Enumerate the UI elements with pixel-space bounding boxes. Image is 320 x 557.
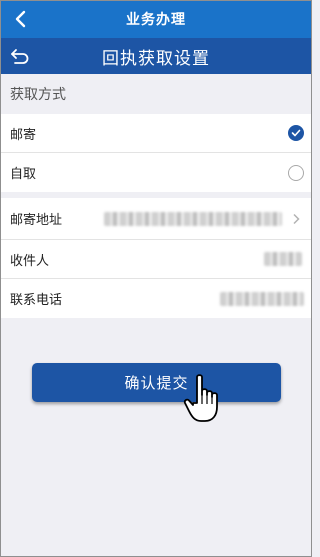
- row-mail-address[interactable]: 邮寄地址: [0, 198, 312, 240]
- row-label: 收件人: [10, 253, 50, 269]
- radio-unchecked-icon[interactable]: [288, 164, 304, 181]
- method-options: 邮寄 自取: [0, 114, 312, 192]
- app-top-bar: 业务办理: [0, 0, 312, 38]
- delivery-info: 邮寄地址 收件人 联系电话: [0, 198, 312, 318]
- return-arrow-icon: [11, 49, 29, 64]
- row-recipient[interactable]: 收件人: [0, 240, 312, 279]
- radio-checked-icon[interactable]: [288, 125, 304, 141]
- return-button[interactable]: [8, 44, 32, 68]
- obscured-phone-value: [220, 291, 304, 306]
- option-pickup[interactable]: 自取: [0, 153, 312, 192]
- back-button[interactable]: [8, 6, 34, 32]
- option-label: 邮寄: [10, 127, 37, 143]
- chevron-left-icon: [15, 10, 26, 28]
- row-label: 邮寄地址: [10, 213, 63, 228]
- page-header: 回执获取设置: [0, 38, 312, 74]
- option-mail[interactable]: 邮寄: [0, 114, 312, 153]
- obscured-address-value: [104, 211, 282, 226]
- confirm-submit-button[interactable]: 确认提交: [32, 363, 281, 402]
- row-label: 联系电话: [10, 293, 63, 308]
- obscured-recipient-value: [264, 252, 302, 266]
- row-phone[interactable]: 联系电话: [0, 279, 312, 318]
- app-title: 业务办理: [126, 12, 186, 28]
- hand-pointer-icon: [183, 374, 218, 422]
- option-label: 自取: [10, 167, 37, 182]
- chevron-right-icon: [293, 213, 300, 224]
- page-title: 回执获取设置: [102, 48, 210, 69]
- section-title: 获取方式: [10, 87, 66, 103]
